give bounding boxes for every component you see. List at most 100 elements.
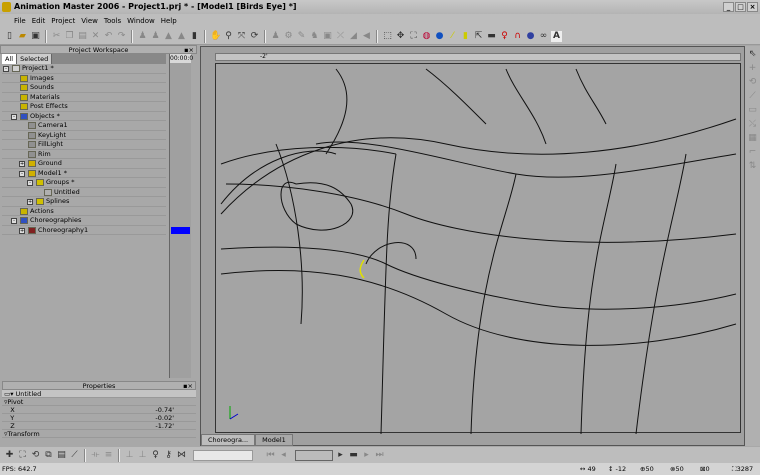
translate-icon[interactable]: ✥ (395, 31, 406, 42)
tree-item[interactable]: KeyLight (2, 130, 166, 140)
magnet-icon[interactable]: ∩ (512, 31, 523, 42)
cursor-icon[interactable]: ⇱ (473, 31, 484, 42)
tree-item[interactable]: Materials (2, 92, 166, 102)
skin-icon[interactable]: ✎ (296, 31, 307, 42)
flip-icon[interactable]: ◀ (361, 31, 372, 42)
next-key-icon[interactable]: ▸ (361, 450, 372, 461)
expand-toggle[interactable]: + (27, 199, 33, 205)
frame-field[interactable] (193, 449, 253, 461)
lathe-mode-icon[interactable]: ⟲ (747, 77, 758, 88)
cut-icon[interactable]: ✂ (51, 31, 62, 42)
pose-icon[interactable]: ♞ (309, 31, 320, 42)
new-icon[interactable]: ▯ (4, 31, 15, 42)
tree-item[interactable]: Post Effects (2, 102, 166, 112)
copy-icon[interactable]: ❐ (64, 31, 75, 42)
tree-item[interactable]: Untitled (2, 187, 166, 197)
etc-icon[interactable]: ≡ (103, 450, 114, 461)
tree-item[interactable]: - Model1 * (2, 168, 166, 178)
translate-mode-icon[interactable]: ✚ (4, 450, 15, 461)
render-to-file-icon[interactable]: ♟ (150, 31, 161, 42)
expand-toggle[interactable]: - (27, 180, 33, 186)
hook-icon[interactable]: ⌐ (747, 147, 758, 158)
turn-icon[interactable]: ⟳ (249, 31, 260, 42)
save-icon[interactable]: ▣ (30, 31, 41, 42)
figure-icon[interactable]: ♀ (150, 450, 161, 461)
tab-model1[interactable]: Model1 (255, 434, 293, 446)
properties-close-button[interactable]: ▪× (183, 382, 193, 390)
font-icon[interactable]: A (551, 30, 562, 42)
tree-item[interactable]: - Objects * (2, 111, 166, 121)
panel-close-button[interactable]: ▪× (184, 46, 194, 54)
maximize-button[interactable]: □ (735, 2, 746, 12)
tree-item[interactable]: + Choreography1 (2, 225, 166, 235)
pivot-section[interactable]: ▿Pivot (2, 398, 196, 406)
timeline-strip[interactable]: 00:00:0 (169, 54, 193, 378)
transform-section[interactable]: ▿Transform (2, 430, 196, 438)
tree-item[interactable]: - Project1 * (2, 64, 166, 74)
menu-view[interactable]: View (81, 17, 98, 25)
open-icon[interactable]: ▰ (17, 31, 28, 42)
redo-icon[interactable]: ↷ (116, 31, 127, 42)
timeline-bar[interactable] (171, 227, 190, 234)
rotate-icon[interactable]: ◍ (421, 31, 432, 42)
scale-icon[interactable]: ⛶ (408, 31, 419, 42)
tree-item[interactable]: FillLight (2, 140, 166, 150)
paste-icon[interactable]: ▤ (77, 31, 88, 42)
delete-icon[interactable]: ✕ (90, 31, 101, 42)
lock-icon[interactable]: ▲ (163, 31, 174, 42)
menu-file[interactable]: File (14, 17, 26, 25)
pivot-y[interactable]: Y -0.02' (2, 414, 196, 422)
patch-icon[interactable]: ▦ (747, 133, 758, 144)
tree-item[interactable]: + Splines (2, 197, 166, 207)
link-icon[interactable]: ∞ (538, 31, 549, 42)
minimize-button[interactable]: _ (723, 2, 734, 12)
expand-toggle[interactable]: - (3, 66, 9, 72)
spline-icon[interactable]: ⁄ (447, 31, 458, 42)
pivot-x[interactable]: X -0.74' (2, 406, 196, 414)
link-mode-icon[interactable]: ⋈ (176, 450, 187, 461)
knife-icon[interactable]: ⟋ (747, 91, 758, 102)
muscle-icon[interactable]: ⚙ (283, 31, 294, 42)
group-icon[interactable]: ▭ (747, 105, 758, 116)
pivot-z[interactable]: Z -1.72' (2, 422, 196, 430)
time-field[interactable] (295, 449, 333, 461)
tab-choreography[interactable]: Choreogra... (201, 434, 256, 446)
tree-item[interactable]: - Choreographies (2, 216, 166, 226)
zoom-icon[interactable]: ⚲ (223, 31, 234, 42)
expand-toggle[interactable]: - (19, 170, 25, 177)
scale-mode-icon[interactable]: ⛶ (17, 450, 28, 461)
menu-project[interactable]: Project (51, 17, 75, 25)
close-button[interactable]: × (747, 2, 758, 12)
ruler[interactable]: -2' (215, 53, 741, 61)
channel-icon[interactable]: ⊥ (124, 450, 135, 461)
tree-item[interactable]: Sounds (2, 83, 166, 93)
arrow-icon[interactable]: ⇖ (747, 49, 758, 60)
lathe-icon[interactable]: ⤫ (335, 31, 346, 42)
bone-icon[interactable]: ⤯ (747, 119, 758, 130)
menu-help[interactable]: Help (161, 17, 177, 25)
ground-icon[interactable]: ▬ (486, 31, 497, 42)
viewport-canvas[interactable] (215, 63, 741, 435)
rotate-mode-icon[interactable]: ⟲ (30, 450, 41, 461)
last-frame-icon[interactable]: ⏭ (374, 450, 385, 461)
prev-frame-icon[interactable]: ◂ (278, 450, 289, 461)
render-icon[interactable]: ♟ (137, 31, 148, 42)
tab-all[interactable]: All (2, 54, 18, 64)
group-mode-icon[interactable]: ⧉ (43, 450, 54, 461)
first-frame-icon[interactable]: ⏮ (265, 450, 276, 461)
undo-icon[interactable]: ↶ (103, 31, 114, 42)
expand-toggle[interactable]: - (11, 113, 17, 120)
menu-tools[interactable]: Tools (104, 17, 121, 25)
record-icon[interactable]: ▣ (322, 31, 333, 42)
tree-item[interactable]: Images (2, 73, 166, 83)
tree-item[interactable]: + Ground (2, 159, 166, 169)
key-icon[interactable]: ⟛ (90, 450, 101, 461)
tree-item[interactable]: - Groups * (2, 178, 166, 188)
spline-mode-icon[interactable]: ⟋ (69, 450, 80, 461)
tab-selected[interactable]: Selected (17, 54, 53, 64)
menu-edit[interactable]: Edit (32, 17, 46, 25)
select-icon[interactable]: ⬚ (382, 31, 393, 42)
tree-item[interactable]: Rim (2, 149, 166, 159)
extrude-icon[interactable]: ◢ (348, 31, 359, 42)
key-lock-icon[interactable]: ⚷ (163, 450, 174, 461)
